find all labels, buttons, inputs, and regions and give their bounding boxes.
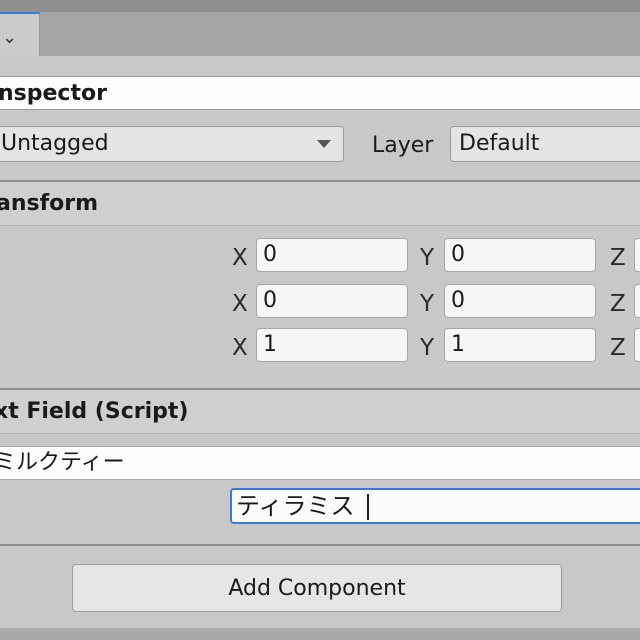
text-input-value: ティラミス <box>236 492 355 520</box>
row3-x-label: X <box>232 335 248 361</box>
dropdown-arrow-icon <box>317 140 331 148</box>
text-caret <box>367 494 369 520</box>
row3-x-field[interactable]: 1 <box>256 328 408 362</box>
text-display-label: ミルクティー <box>0 450 125 475</box>
row1-z-label: Z <box>610 245 626 271</box>
row1-y-label: Y <box>420 245 435 271</box>
chevron-down-icon: ⌄ <box>2 27 18 48</box>
row3-z-label: Z <box>610 335 626 361</box>
layer-label: Layer <box>372 133 434 158</box>
row2-z-field[interactable] <box>634 284 640 318</box>
row1-x-label: X <box>232 245 248 271</box>
text-display-row: ミルクティー <box>0 446 640 480</box>
row2-z-label: Z <box>610 291 626 317</box>
row2-x-field[interactable]: 0 <box>256 284 408 318</box>
tag-value: Untagged <box>1 131 109 156</box>
layer-dropdown[interactable]: Default <box>450 126 640 162</box>
row1-y-value: 0 <box>451 242 465 267</box>
row3-y-label: Y <box>420 335 435 361</box>
layer-value: Default <box>459 131 540 156</box>
row3-y-field[interactable]: 1 <box>444 328 596 362</box>
text-field-component-header[interactable]: xt Field (Script) <box>0 390 640 434</box>
row2-x-value: 0 <box>263 288 277 313</box>
row2-y-value: 0 <box>451 288 465 313</box>
row2-x-label: X <box>232 291 248 317</box>
tag-dropdown[interactable]: Untagged <box>0 126 344 162</box>
text-input-field[interactable]: ティラミス <box>230 488 640 524</box>
row3-x-value: 1 <box>263 332 277 357</box>
tab-strip-top <box>0 0 640 12</box>
text-field-component-title: xt Field (Script) <box>0 399 189 424</box>
tab-inspector[interactable]: ⌄ <box>0 12 40 56</box>
separator <box>0 544 640 546</box>
bottom-bar <box>0 628 640 640</box>
inspector-title-row: nspector <box>0 76 640 110</box>
transform-title: ansform <box>0 191 99 216</box>
row1-y-field[interactable]: 0 <box>444 238 596 272</box>
row1-x-field[interactable]: 0 <box>256 238 408 272</box>
row2-y-field[interactable]: 0 <box>444 284 596 318</box>
row2-y-label: Y <box>420 291 435 317</box>
row3-z-field[interactable] <box>634 328 640 362</box>
add-component-button[interactable]: Add Component <box>72 564 562 612</box>
row3-y-value: 1 <box>451 332 465 357</box>
row1-x-value: 0 <box>263 242 277 267</box>
row1-z-field[interactable] <box>634 238 640 272</box>
inspector-title: nspector <box>0 81 107 106</box>
transform-header[interactable]: ansform <box>0 182 640 226</box>
